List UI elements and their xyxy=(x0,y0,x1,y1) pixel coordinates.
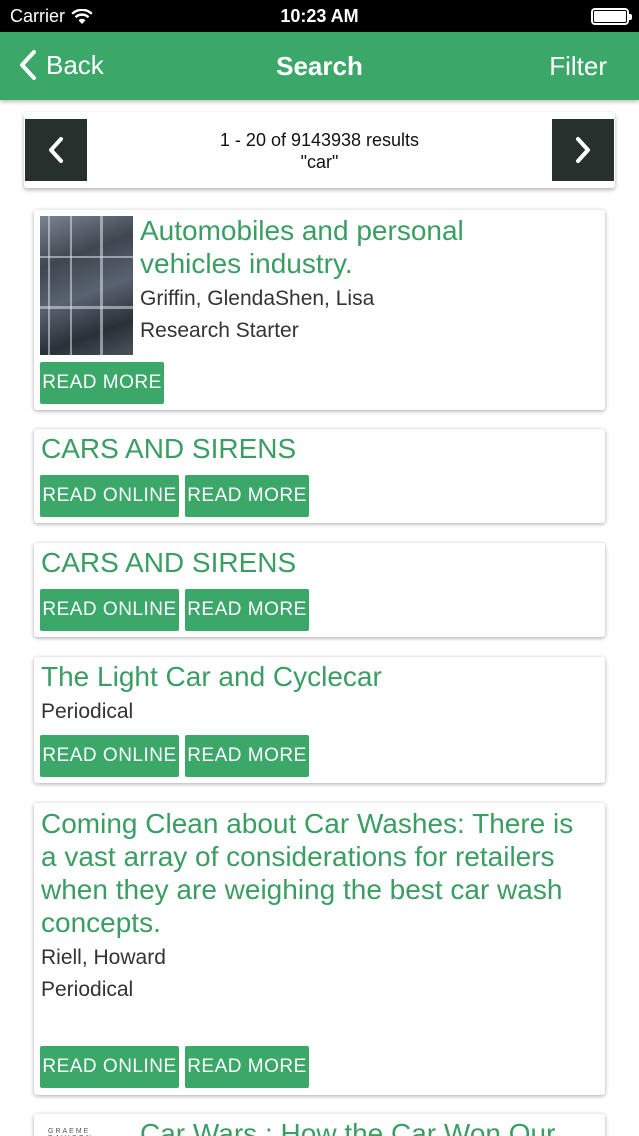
chevron-right-icon xyxy=(576,137,590,163)
read-online-button[interactable]: READ ONLINE xyxy=(40,1046,179,1088)
next-page-button[interactable] xyxy=(552,119,614,181)
results-pager: 1 - 20 of 9143938 results "car" xyxy=(24,112,615,188)
results-info: 1 - 20 of 9143938 results "car" xyxy=(114,129,525,173)
result-title-line: concepts. xyxy=(41,907,161,938)
result-meta: Riell, Howard Periodical xyxy=(41,942,166,1006)
result-thumbnail[interactable] xyxy=(40,216,133,355)
result-card: CARS AND SIRENS READ ONLINE READ MORE xyxy=(34,543,605,637)
read-more-button[interactable]: READ MORE xyxy=(185,735,309,777)
result-card: GRAEME DAVISON Car Wars : How the Car Wo… xyxy=(34,1114,605,1136)
read-more-button[interactable]: READ MORE xyxy=(185,1046,309,1088)
result-title[interactable]: CARS AND SIRENS xyxy=(41,432,296,465)
result-card: The Light Car and Cyclecar Periodical RE… xyxy=(34,657,605,783)
result-card: Coming Clean about Car Washes: There is … xyxy=(34,803,605,1095)
read-online-button[interactable]: READ ONLINE xyxy=(40,589,179,631)
result-title[interactable]: The Light Car and Cyclecar xyxy=(41,660,382,693)
read-more-button[interactable]: READ MORE xyxy=(185,475,309,517)
search-query: "car" xyxy=(300,152,339,172)
result-title-line: when they are weighing the best car wash xyxy=(41,874,563,905)
result-title[interactable]: Automobiles and personal vehicles indust… xyxy=(140,214,464,280)
battery-icon xyxy=(591,8,632,25)
filter-button[interactable]: Filter xyxy=(549,51,607,82)
page-title: Search xyxy=(276,51,363,81)
result-title-line: Automobiles and personal xyxy=(140,215,464,246)
result-type: Periodical xyxy=(41,700,134,723)
result-thumbnail[interactable]: GRAEME DAVISON xyxy=(40,1120,133,1136)
result-title[interactable]: Coming Clean about Car Washes: There is … xyxy=(41,807,573,939)
result-author: Riell, Howard xyxy=(41,946,166,969)
status-bar: Carrier 10:23 AM xyxy=(0,0,639,32)
previous-page-button[interactable] xyxy=(25,119,87,181)
result-title-line: Coming Clean about Car Washes: There is xyxy=(41,808,574,839)
results-range: 1 - 20 of 9143938 results xyxy=(219,130,420,150)
result-author: Griffin, GlendaShen, Lisa xyxy=(140,287,375,310)
result-meta: Griffin, GlendaShen, Lisa Research Start… xyxy=(140,283,374,347)
result-type: Research Starter xyxy=(140,319,299,342)
result-title-line: a vast array of considerations for retai… xyxy=(41,841,555,872)
clock: 10:23 AM xyxy=(280,6,359,26)
result-title-line: vehicles industry. xyxy=(140,248,353,279)
read-more-button[interactable]: READ MORE xyxy=(40,362,164,404)
chevron-left-icon xyxy=(49,137,63,163)
result-title[interactable]: CARS AND SIRENS xyxy=(41,546,296,579)
read-online-button[interactable]: READ ONLINE xyxy=(40,735,179,777)
result-title[interactable]: Car Wars : How the Car Won Our xyxy=(140,1117,555,1136)
result-type: Periodical xyxy=(41,978,134,1001)
read-online-button[interactable]: READ ONLINE xyxy=(40,475,179,517)
result-card: Automobiles and personal vehicles indust… xyxy=(34,210,605,410)
read-more-button[interactable]: READ MORE xyxy=(185,589,309,631)
result-card: CARS AND SIRENS READ ONLINE READ MORE xyxy=(34,429,605,523)
navigation-bar: Back Search Filter xyxy=(0,32,639,100)
